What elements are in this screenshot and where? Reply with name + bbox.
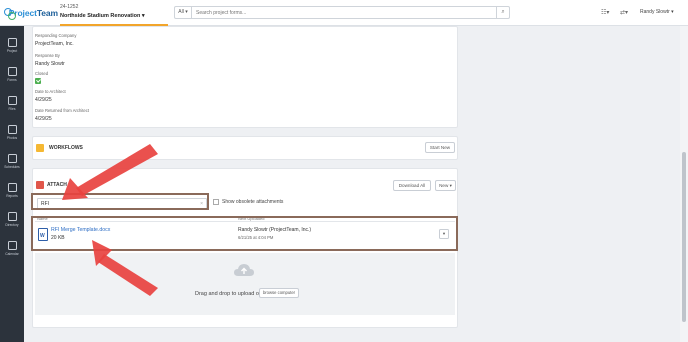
global-search: All ▾ ⌕ — [174, 6, 510, 19]
sidebar: Project Forms Files Photos Schedules Rep… — [0, 26, 24, 342]
start-new-button[interactable]: Start New — [425, 142, 455, 153]
sidebar-item-files[interactable]: Files — [0, 92, 24, 118]
project-name: Northside Stadium Renovation ▾ — [60, 13, 145, 19]
logo-icon — [4, 8, 15, 20]
forms-icon — [7, 67, 17, 76]
new-attachment-button[interactable]: New ▾ — [435, 180, 456, 191]
show-obsolete-checkbox[interactable] — [213, 199, 219, 205]
scrollbar-thumb[interactable] — [682, 152, 686, 322]
home-icon — [7, 38, 17, 47]
workflows-title: WORKFLOWS — [49, 145, 83, 151]
logo[interactable]: ProjectTeam — [4, 6, 58, 20]
logo-text: ProjectTeam — [8, 8, 58, 18]
attachments-title: ATTACH — [47, 182, 67, 188]
calendar-icon — [7, 241, 17, 250]
filter-highlight-box — [31, 193, 209, 210]
show-obsolete-label: Show obsolete attachments — [222, 199, 284, 205]
workflow-icon — [36, 144, 44, 152]
field-response-by: Response By Randy Slowtr — [35, 53, 65, 67]
project-number: 24-1252 — [60, 4, 79, 10]
sidebar-item-calendar[interactable]: Calendar — [0, 237, 24, 263]
sidebar-item-reports[interactable]: Reports — [0, 179, 24, 205]
search-input[interactable] — [192, 7, 496, 18]
project-selector[interactable]: 24-1252 Northside Stadium Renovation ▾ — [60, 4, 168, 26]
sidebar-item-forms[interactable]: Forms — [0, 63, 24, 89]
search-scope-dropdown[interactable]: All ▾ — [175, 7, 192, 18]
folder-icon — [7, 96, 17, 105]
photo-icon — [7, 125, 17, 134]
upload-dropzone[interactable]: Drag and drop to upload or browse comput… — [35, 253, 455, 315]
schedule-icon — [7, 154, 17, 163]
sidebar-item-photos[interactable]: Photos — [0, 121, 24, 147]
attachment-icon — [36, 181, 44, 189]
cloud-upload-icon — [234, 264, 254, 276]
search-icon[interactable]: ⌕ — [496, 7, 509, 18]
workflows-card: WORKFLOWS Start New — [32, 136, 458, 160]
sidebar-item-directory[interactable]: Directory — [0, 208, 24, 234]
chart-icon — [7, 183, 17, 192]
sidebar-item-schedules[interactable]: Schedules — [0, 150, 24, 176]
directory-icon — [7, 212, 17, 221]
field-responding-company: Responding Company ProjectTeam, Inc. — [35, 33, 77, 47]
dropzone-text: Drag and drop to upload or — [195, 291, 261, 297]
download-all-button[interactable]: Download All — [393, 180, 431, 191]
user-menu[interactable]: Randy Slowtr ▾ — [640, 9, 674, 15]
top-bar: ProjectTeam 24-1252 Northside Stadium Re… — [0, 0, 688, 26]
sidebar-item-project[interactable]: Project — [0, 34, 24, 60]
sync-icon[interactable]: ⇄▾ — [620, 9, 628, 16]
browse-computer-button[interactable]: browse computer — [259, 288, 299, 298]
field-date-to-architect: Date to Architect 4/29/25 — [35, 89, 66, 103]
field-closed: Closed — [35, 71, 48, 86]
row-highlight-box — [31, 216, 458, 251]
apps-icon[interactable]: ☷▾ — [601, 9, 609, 16]
details-card: Responding Company ProjectTeam, Inc. Res… — [32, 26, 458, 128]
field-date-returned: Date Returned from Architect 4/29/25 — [35, 108, 89, 122]
closed-checkbox[interactable] — [35, 78, 41, 84]
